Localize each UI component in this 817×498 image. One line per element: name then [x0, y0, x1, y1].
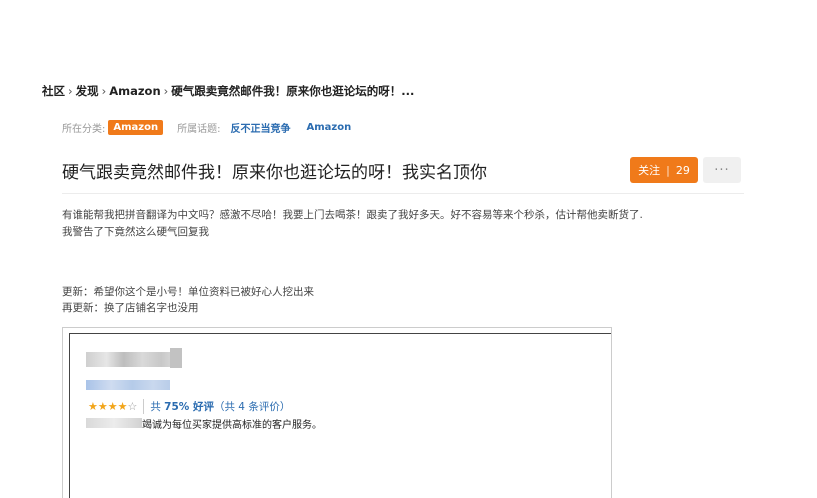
title-divider [62, 193, 744, 194]
breadcrumb-separator: › [68, 84, 73, 98]
breadcrumb-amazon[interactable]: Amazon [109, 84, 160, 98]
more-button[interactable]: ··· [703, 157, 741, 183]
breadcrumb-separator: › [101, 84, 107, 98]
post-body-line: 有谁能帮我把拼音翻译为中文吗？感激不尽哈！我要上门去喝茶！跟卖了我好多天。好不容… [62, 209, 643, 221]
blurred-seller-link [86, 380, 170, 390]
breadcrumb: 社区 › 发现 › Amazon › 硬气跟卖竟然邮件我！原来你也逛论坛的呀！... [42, 83, 414, 99]
category-tag[interactable]: Amazon [108, 120, 164, 135]
star-rating-icon: ★★★★☆ [88, 400, 138, 413]
post-body: 有谁能帮我把拼音翻译为中文吗？感激不尽哈！我要上门去喝茶！跟卖了我好多天。好不容… [62, 207, 752, 241]
update-line: 更新：希望你这个是小号！单位资料已被好心人挖出来 [62, 286, 314, 298]
category-label: 所在分类: [62, 124, 106, 135]
blurred-seller-name [170, 348, 182, 368]
embedded-screenshot[interactable]: ★★★★☆ 共 75% 好评（共 4 条评价） 竭诚为每位买家提供高标准的客户服… [62, 327, 612, 498]
post-meta: 所在分类: Amazon 所属话题: 反不正当竞争 Amazon [62, 120, 351, 135]
post-title: 硬气跟卖竟然邮件我！原来你也逛论坛的呀！我实名顶你 [62, 163, 487, 183]
topic-label: 所属话题: [177, 124, 221, 135]
follow-label: 关注 [638, 164, 661, 177]
seller-rating: ★★★★☆ 共 75% 好评（共 4 条评价） [88, 399, 290, 414]
update-line: 再更新：换了店铺名字也没用 [62, 302, 199, 314]
rating-summary: 共 75% 好评（共 4 条评价） [143, 399, 290, 414]
follow-divider: | [666, 163, 670, 177]
follow-count: 29 [675, 163, 690, 177]
screenshot-inner: ★★★★☆ 共 75% 好评（共 4 条评价） 竭诚为每位买家提供高标准的客户服… [69, 333, 611, 498]
post-updates: 更新：希望你这个是小号！单位资料已被好心人挖出来 再更新：换了店铺名字也没用 [62, 284, 314, 316]
post-body-line: 我警告了下竟然这么硬气回复我 [62, 226, 209, 238]
breadcrumb-discover[interactable]: 发现 [76, 84, 99, 98]
follow-button[interactable]: 关注 | 29 [630, 157, 698, 183]
blurred-seller-name [86, 352, 180, 367]
topic-link-amazon[interactable]: Amazon [306, 122, 351, 133]
seller-description: 竭诚为每位买家提供高标准的客户服务。 [142, 420, 322, 431]
breadcrumb-separator: › [163, 84, 169, 98]
breadcrumb-community[interactable]: 社区 [42, 84, 65, 98]
breadcrumb-current: 硬气跟卖竟然邮件我！原来你也逛论坛的呀！... [171, 84, 415, 98]
topic-link-unfair-competition[interactable]: 反不正当竞争 [230, 120, 290, 135]
blurred-seller-text [86, 418, 142, 428]
